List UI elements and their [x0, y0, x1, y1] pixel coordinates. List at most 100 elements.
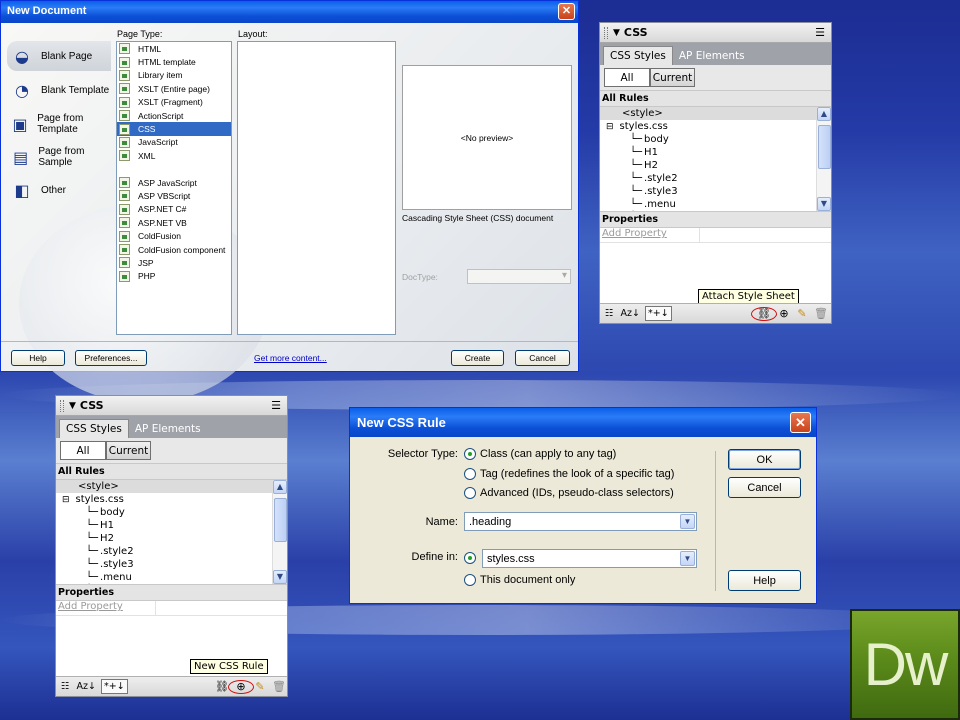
this-document-only-radio[interactable]: This document only: [464, 574, 575, 586]
collapse-box-icon[interactable]: ⊟: [606, 122, 614, 132]
collapse-triangle-icon[interactable]: ▼: [69, 401, 76, 411]
properties-header[interactable]: Properties: [600, 211, 831, 228]
rule-item[interactable]: └─ .menu: [600, 198, 831, 211]
rule-item[interactable]: <style>: [56, 480, 287, 493]
delete-icon[interactable]: 🗑: [272, 680, 286, 694]
page-type-item-selected[interactable]: CSS: [117, 122, 231, 136]
rule-item[interactable]: └─ H1: [56, 519, 287, 532]
get-more-content-link[interactable]: Get more content...: [254, 353, 327, 363]
collapse-triangle-icon[interactable]: ▼: [613, 28, 620, 38]
current-mode-button[interactable]: Current: [650, 68, 695, 87]
name-combo[interactable]: .heading ▼: [464, 512, 697, 531]
tab-css-styles[interactable]: CSS Styles: [59, 419, 129, 438]
page-type-item[interactable]: ColdFusion: [117, 229, 231, 242]
page-type-item[interactable]: ASP.NET VB: [117, 216, 231, 229]
help-button[interactable]: Help: [11, 350, 65, 366]
category-other[interactable]: ◧ Other: [7, 175, 111, 205]
delete-icon[interactable]: 🗑: [814, 307, 828, 321]
rule-item[interactable]: <style>: [600, 107, 831, 120]
selector-class-radio[interactable]: Class (can apply to any tag): [464, 448, 616, 460]
rule-item[interactable]: └─ .style2: [600, 172, 831, 185]
category-page-from-sample[interactable]: ▤ Page from Sample: [7, 142, 111, 172]
close-icon[interactable]: ✕: [790, 412, 811, 433]
grip-icon[interactable]: [604, 26, 608, 39]
page-type-item[interactable]: ASP.NET C#: [117, 203, 231, 216]
selector-advanced-radio[interactable]: Advanced (IDs, pseudo-class selectors): [464, 487, 674, 499]
radio-button[interactable]: [464, 574, 476, 586]
tab-css-styles[interactable]: CSS Styles: [603, 46, 673, 65]
rule-item[interactable]: └─ H1: [600, 146, 831, 159]
tab-ap-elements[interactable]: AP Elements: [673, 46, 751, 65]
define-in-file-radio[interactable]: [464, 552, 480, 564]
page-type-item[interactable]: HTML template: [117, 55, 231, 68]
create-button[interactable]: Create: [451, 350, 504, 366]
rule-item[interactable]: ⊟ styles.css: [56, 493, 287, 506]
rules-tree[interactable]: <style> ⊟ styles.css └─ body └─ H1 └─ H2 └─.…: [600, 107, 831, 211]
rules-scrollbar[interactable]: ▲ ▼: [816, 107, 831, 211]
az-list-view-button[interactable]: Az↓: [75, 679, 98, 694]
page-type-item[interactable]: XSLT (Fragment): [117, 96, 231, 109]
help-button[interactable]: Help: [728, 570, 801, 591]
scroll-thumb[interactable]: [274, 498, 287, 542]
all-mode-button[interactable]: All: [604, 68, 650, 87]
page-type-item[interactable]: ActionScript: [117, 109, 231, 122]
preferences-button[interactable]: Preferences...: [75, 350, 147, 366]
scroll-up-icon[interactable]: ▲: [817, 107, 831, 121]
page-type-item[interactable]: ColdFusion component: [117, 243, 231, 256]
rule-item[interactable]: └─ body: [600, 133, 831, 146]
options-menu-icon[interactable]: ☰: [271, 399, 281, 412]
rule-item[interactable]: └─ body: [56, 506, 287, 519]
rule-item[interactable]: └─ H2: [56, 532, 287, 545]
rule-item[interactable]: └─ .style3: [600, 185, 831, 198]
ok-button[interactable]: OK: [728, 449, 801, 470]
radio-button[interactable]: [464, 468, 476, 480]
cancel-button[interactable]: Cancel: [728, 477, 801, 498]
new-css-rule-icon[interactable]: ⊕: [777, 307, 791, 321]
define-in-combo[interactable]: styles.css ▼: [482, 549, 697, 568]
rules-tree[interactable]: <style> ⊟ styles.css └─ body └─ H1 └─ H2 └─.…: [56, 480, 287, 584]
edit-style-icon[interactable]: ✎: [795, 307, 809, 321]
panel-header[interactable]: ▼ CSS ☰: [600, 23, 831, 43]
show-set-properties-button[interactable]: *+↓: [644, 306, 672, 321]
current-mode-button[interactable]: Current: [106, 441, 151, 460]
show-set-properties-button[interactable]: *+↓: [100, 679, 128, 694]
collapse-box-icon[interactable]: ⊟: [62, 495, 70, 505]
grip-icon[interactable]: [60, 399, 64, 412]
attach-style-sheet-icon[interactable]: ⛓: [215, 680, 229, 694]
scroll-thumb[interactable]: [818, 125, 831, 169]
show-category-view-icon[interactable]: ☷: [59, 679, 72, 694]
page-type-item[interactable]: HTML: [117, 42, 231, 55]
cancel-button[interactable]: Cancel: [515, 350, 570, 366]
page-type-item[interactable]: ASP VBScript: [117, 189, 231, 202]
page-type-item[interactable]: ASP JavaScript: [117, 176, 231, 189]
all-rules-header[interactable]: All Rules: [56, 463, 287, 480]
radio-button[interactable]: [464, 552, 476, 564]
page-type-item[interactable]: JavaScript: [117, 136, 231, 149]
close-icon[interactable]: ✕: [558, 3, 575, 20]
az-list-view-button[interactable]: Az↓: [619, 306, 642, 321]
rules-scrollbar[interactable]: ▲ ▼: [272, 480, 287, 584]
add-property-link[interactable]: Add Property: [600, 228, 700, 242]
properties-header[interactable]: Properties: [56, 584, 287, 601]
scroll-down-icon[interactable]: ▼: [817, 197, 831, 211]
edit-style-icon[interactable]: ✎: [253, 680, 267, 694]
rule-item[interactable]: └─ .menu: [56, 571, 287, 584]
chevron-down-icon[interactable]: ▼: [680, 514, 695, 529]
chevron-down-icon[interactable]: ▼: [680, 551, 695, 566]
rule-item[interactable]: └─ H2: [600, 159, 831, 172]
radio-button[interactable]: [464, 448, 476, 460]
show-category-view-icon[interactable]: ☷: [603, 306, 616, 321]
rule-item[interactable]: └─ .style3: [56, 558, 287, 571]
page-type-item[interactable]: XML: [117, 149, 231, 162]
panel-header[interactable]: ▼ CSS ☰: [56, 396, 287, 416]
category-blank-page[interactable]: ◒ Blank Page: [7, 41, 111, 71]
all-mode-button[interactable]: All: [60, 441, 106, 460]
layout-list[interactable]: [237, 41, 396, 335]
scroll-down-icon[interactable]: ▼: [273, 570, 287, 584]
add-property-link[interactable]: Add Property: [56, 601, 156, 615]
selector-tag-radio[interactable]: Tag (redefines the look of a specific ta…: [464, 468, 674, 480]
tab-ap-elements[interactable]: AP Elements: [129, 419, 207, 438]
rule-item[interactable]: └─ .style2: [56, 545, 287, 558]
page-type-item[interactable]: PHP: [117, 270, 231, 283]
rule-item[interactable]: ⊟ styles.css: [600, 120, 831, 133]
